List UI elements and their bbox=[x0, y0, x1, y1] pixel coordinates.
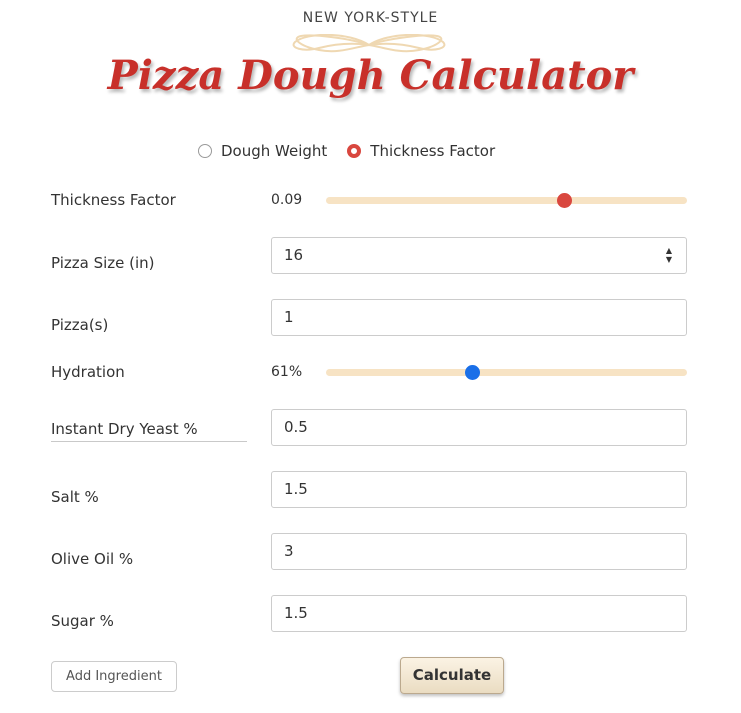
yeast-row: Instant Dry Yeast % 0.5 bbox=[51, 409, 687, 446]
radio-dough-weight[interactable]: Dough Weight bbox=[198, 142, 327, 160]
pizza-size-spinner[interactable]: ▲ ▼ bbox=[664, 246, 674, 266]
radio-thickness-factor-circle[interactable] bbox=[347, 144, 362, 158]
pizza-size-label: Pizza Size (in) bbox=[51, 254, 155, 272]
yeast-label: Instant Dry Yeast % bbox=[51, 420, 247, 442]
olive-oil-label: Olive Oil % bbox=[51, 550, 134, 568]
hydration-value: 61% bbox=[271, 364, 303, 380]
sugar-input[interactable]: 1.5 bbox=[271, 595, 687, 632]
olive-oil-input[interactable]: 3 bbox=[271, 533, 687, 570]
page-title: Pizza Dough Calculator bbox=[107, 52, 634, 99]
add-ingredient-button[interactable]: Add Ingredient bbox=[51, 661, 177, 692]
thickness-factor-label: Thickness Factor bbox=[51, 191, 176, 209]
hydration-label: Hydration bbox=[51, 363, 125, 381]
pizzas-label: Pizza(s) bbox=[51, 316, 109, 334]
radio-dough-weight-circle[interactable] bbox=[198, 144, 212, 158]
yeast-input[interactable]: 0.5 bbox=[271, 409, 687, 446]
hydration-slider[interactable] bbox=[326, 365, 687, 380]
thickness-factor-slider-thumb[interactable] bbox=[557, 193, 573, 208]
pizzas-input[interactable]: 1 bbox=[271, 299, 687, 336]
pizzas-row: Pizza(s) 1 bbox=[51, 299, 687, 336]
salt-value: 1.5 bbox=[284, 480, 308, 498]
yeast-value: 0.5 bbox=[284, 418, 308, 436]
pizza-size-value: 16 bbox=[284, 246, 304, 264]
sugar-row: Sugar % 1.5 bbox=[51, 595, 687, 632]
subtitle: NEW YORK-STYLE bbox=[302, 10, 439, 26]
hydration-row: Hydration 61% bbox=[51, 362, 687, 384]
mode-selector: Dough Weight Thickness Factor bbox=[198, 140, 515, 162]
sugar-value: 1.5 bbox=[284, 604, 308, 622]
salt-input[interactable]: 1.5 bbox=[271, 471, 687, 508]
salt-row: Salt % 1.5 bbox=[51, 471, 687, 508]
pizza-size-input[interactable]: 16 ▲ ▼ bbox=[271, 237, 687, 274]
header: NEW YORK-STYLE Pizza Dough Calculator bbox=[0, 0, 741, 120]
calculate-button[interactable]: Calculate bbox=[400, 657, 504, 694]
hydration-slider-thumb[interactable] bbox=[465, 365, 481, 380]
pizzas-value: 1 bbox=[284, 308, 294, 326]
pizza-size-row: Pizza Size (in) 16 ▲ ▼ bbox=[51, 237, 687, 274]
thickness-factor-value: 0.09 bbox=[271, 192, 303, 208]
spinner-down-icon[interactable]: ▼ bbox=[664, 255, 674, 264]
thickness-factor-row: Thickness Factor 0.09 bbox=[51, 190, 687, 212]
thickness-factor-slider[interactable] bbox=[326, 193, 687, 208]
olive-oil-value: 3 bbox=[284, 542, 294, 560]
salt-label: Salt % bbox=[51, 488, 99, 506]
spinner-up-icon[interactable]: ▲ bbox=[664, 246, 674, 255]
sugar-label: Sugar % bbox=[51, 612, 114, 630]
radio-thickness-factor-label: Thickness Factor bbox=[370, 142, 496, 160]
radio-dough-weight-label: Dough Weight bbox=[221, 142, 328, 160]
olive-oil-row: Olive Oil % 3 bbox=[51, 533, 687, 570]
radio-thickness-factor[interactable]: Thickness Factor bbox=[347, 142, 495, 160]
